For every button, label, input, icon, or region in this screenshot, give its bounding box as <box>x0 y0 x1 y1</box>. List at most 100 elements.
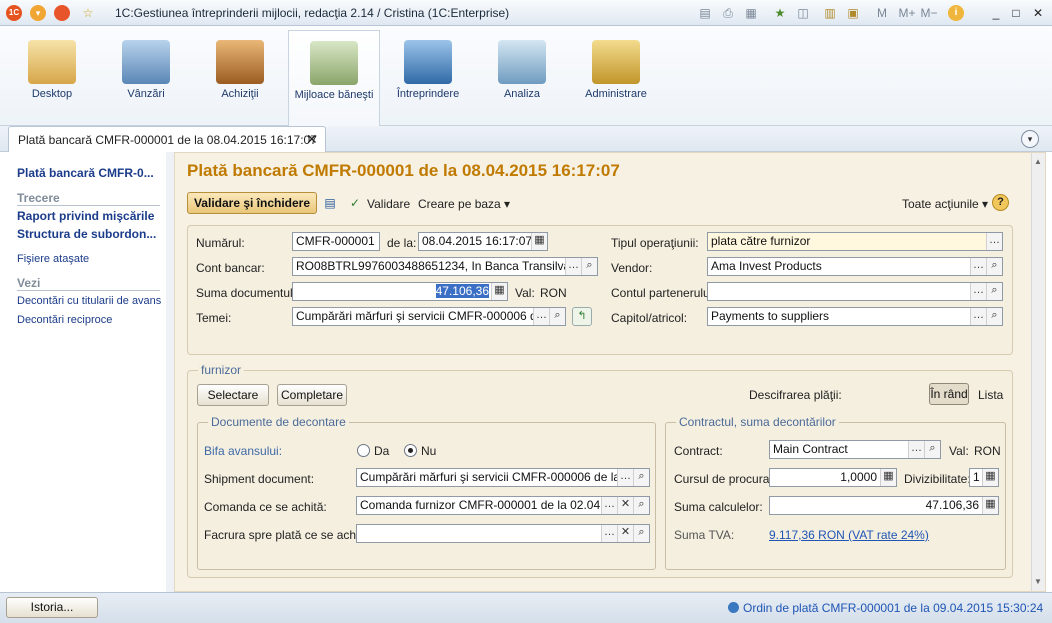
nav-goto-header: Trecere <box>17 191 160 206</box>
history-button[interactable]: Istoria... <box>6 597 98 618</box>
advance-no-radio[interactable] <box>404 444 417 457</box>
clear-icon[interactable]: ✕ <box>617 525 633 542</box>
nav-link-attached-files[interactable]: Fişiere ataşate <box>17 253 89 265</box>
preview-icon[interactable]: ▦ <box>743 5 759 21</box>
vendor-field[interactable]: Ama Invest Products … ⌕ <box>707 257 1003 276</box>
order-field[interactable]: Comanda furnizor CMFR-000001 de la 02.04… <box>356 496 650 515</box>
choice-icon[interactable]: … <box>908 441 924 458</box>
clear-icon[interactable]: ✕ <box>617 497 633 514</box>
calc-sum-field[interactable]: 47.106,36 ▦ <box>769 496 999 515</box>
links-icon[interactable]: ◫ <box>795 5 811 21</box>
optype-field[interactable]: plata către furnizor… <box>707 232 1003 251</box>
close-icon[interactable]: ✕ <box>1030 5 1046 21</box>
search-icon[interactable]: ⌕ <box>633 497 649 514</box>
choice-icon[interactable]: … <box>565 258 581 275</box>
date-field[interactable]: 08.04.2015 16:17:07 ▦ <box>418 232 548 251</box>
nav-current-document[interactable]: Plată bancară CMFR-0... <box>17 166 154 180</box>
section-cash[interactable]: Mijloace băneşti <box>288 30 380 126</box>
choice-icon[interactable]: … <box>601 525 617 542</box>
search-icon[interactable]: ⌕ <box>549 308 565 325</box>
app-logo-icon[interactable]: 1C <box>6 5 22 21</box>
calendar-icon[interactable]: ▦ <box>531 233 547 250</box>
calculator-icon[interactable]: ▦ <box>982 497 998 514</box>
section-admin[interactable]: Administrare <box>570 30 662 122</box>
save-icon[interactable]: ▤ <box>322 195 338 211</box>
nav-link-mutual-settlements[interactable]: Decontări reciproce <box>17 314 112 326</box>
fill-button[interactable]: Completare <box>277 384 347 406</box>
advance-yes-radio[interactable] <box>357 444 370 457</box>
section-label: Mijloace băneşti <box>294 89 374 101</box>
partner-account-field[interactable]: … ⌕ <box>707 282 1003 301</box>
chapter-field[interactable]: Payments to suppliers … ⌕ <box>707 307 1003 326</box>
search-icon[interactable]: ⌕ <box>633 525 649 542</box>
calculator-icon[interactable]: ▥ <box>822 5 838 21</box>
favorite-star-icon[interactable]: ☆ <box>80 5 96 21</box>
scroll-up-icon[interactable]: ▲ <box>1034 157 1042 166</box>
search-icon[interactable]: ⌕ <box>986 283 1002 300</box>
basis-field[interactable]: Cumpărări mărfuri şi servicii CMFR-00000… <box>292 307 566 326</box>
section-purchases[interactable]: Achiziţii <box>194 30 286 122</box>
choice-icon[interactable]: … <box>533 308 549 325</box>
invoice-field[interactable]: … ✕ ⌕ <box>356 524 650 543</box>
section-analysis[interactable]: Analiza <box>476 30 568 122</box>
choice-icon[interactable]: … <box>970 258 986 275</box>
section-desktop[interactable]: Desktop <box>6 30 98 122</box>
maximize-icon[interactable]: □ <box>1008 5 1024 21</box>
memory-m-button[interactable]: M <box>874 5 890 21</box>
shipment-field[interactable]: Cumpărări mărfuri şi servicii CMFR-00000… <box>356 468 650 487</box>
memory-minus-button[interactable]: M− <box>918 5 940 21</box>
search-icon[interactable]: ⌕ <box>633 469 649 486</box>
calculator-icon[interactable]: ▦ <box>880 469 896 486</box>
minimize-icon[interactable]: _ <box>988 5 1004 21</box>
choice-icon[interactable]: … <box>970 283 986 300</box>
scroll-down-icon[interactable]: ▼ <box>1034 577 1042 586</box>
help-icon[interactable]: ? <box>992 194 1009 211</box>
in-row-toggle[interactable]: În rând <box>929 383 969 405</box>
choice-icon[interactable]: … <box>601 497 617 514</box>
contract-field[interactable]: Main Contract … ⌕ <box>769 440 941 459</box>
tabs-menu-icon[interactable]: ▾ <box>1021 130 1039 148</box>
number-field[interactable]: CMFR-000001 <box>292 232 380 251</box>
panel-splitter[interactable] <box>166 152 174 592</box>
fill-from-basis-icon[interactable]: ↰ <box>572 307 592 326</box>
calculator-icon[interactable]: ▦ <box>491 283 507 300</box>
memory-plus-button[interactable]: M+ <box>896 5 918 21</box>
calculator-icon[interactable]: ▦ <box>982 469 998 486</box>
post-and-close-button[interactable]: Validare şi închidere <box>187 192 317 214</box>
choice-icon[interactable]: … <box>970 308 986 325</box>
select-button[interactable]: Selectare <box>197 384 269 406</box>
nav-link-subordination[interactable]: Structura de subordon... <box>17 227 156 241</box>
nav-link-movements-report[interactable]: Raport privind mişcările <box>17 209 154 223</box>
search-icon[interactable]: ⌕ <box>581 258 597 275</box>
create-based-on-button[interactable]: Creare pe baza ▾ <box>418 197 510 211</box>
save-icon[interactable]: ▤ <box>697 5 713 21</box>
rate-field[interactable]: 1,0000 ▦ <box>769 468 897 487</box>
section-sales[interactable]: Vânzări <box>100 30 192 122</box>
stop-icon[interactable] <box>54 5 70 21</box>
section-label: Achiziţii <box>221 88 259 100</box>
tab-bank-payment[interactable]: Plată bancară CMFR-000001 de la 08.04.20… <box>8 126 326 152</box>
nav-link-advance-settlements[interactable]: Decontări cu titularii de avans <box>17 295 161 307</box>
main-menu-icon[interactable]: ▾ <box>30 5 46 21</box>
info-icon[interactable]: i <box>948 5 964 21</box>
all-actions-button[interactable]: Toate acţiunile ▾ <box>902 197 988 211</box>
list-toggle[interactable]: Lista <box>978 388 1003 402</box>
search-icon[interactable]: ⌕ <box>986 308 1002 325</box>
calendar-icon[interactable]: ▣ <box>845 5 861 21</box>
choice-icon[interactable]: … <box>986 233 1002 250</box>
tab-close-icon[interactable]: ✕ <box>306 131 318 148</box>
document-sum-field[interactable]: 47.106,36 ▦ <box>292 282 508 301</box>
favorites-add-icon[interactable]: ★ <box>772 5 788 21</box>
print-icon[interactable]: ⎙ <box>720 5 736 21</box>
form-scrollbar[interactable]: ▲ ▼ <box>1031 153 1045 591</box>
search-icon[interactable]: ⌕ <box>924 441 940 458</box>
multiplicity-field[interactable]: 1 ▦ <box>969 468 999 487</box>
section-enterprise[interactable]: Întreprindere <box>382 30 474 122</box>
bank-account-field[interactable]: RO08BTRL9976003488651234, In Banca Trans… <box>292 257 598 276</box>
post-icon[interactable]: ✓ <box>347 195 363 211</box>
vat-amount-link[interactable]: 9.117,36 RON (VAT rate 24%) <box>769 528 929 542</box>
choice-icon[interactable]: … <box>617 469 633 486</box>
status-message-link[interactable]: Ordin de plată CMFR-000001 de la 09.04.2… <box>743 601 1043 615</box>
search-icon[interactable]: ⌕ <box>986 258 1002 275</box>
post-button[interactable]: Validare <box>367 197 410 211</box>
